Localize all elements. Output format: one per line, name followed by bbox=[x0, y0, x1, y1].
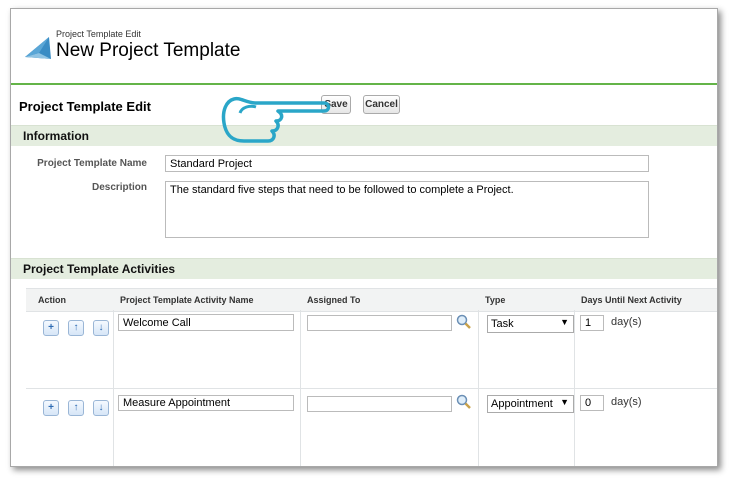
arrow-down-icon: ↓ bbox=[98, 322, 104, 333]
activity-name-input[interactable] bbox=[118, 395, 294, 411]
move-down-button[interactable]: ↓ bbox=[93, 320, 109, 336]
days-unit-label: day(s) bbox=[611, 316, 642, 328]
move-up-button[interactable]: ↑ bbox=[68, 320, 84, 336]
type-select[interactable]: Appointment ▼ bbox=[487, 395, 574, 413]
breadcrumb: Project Template Edit bbox=[56, 29, 141, 39]
column-header-type: Type bbox=[485, 295, 506, 305]
activity-name-input[interactable] bbox=[118, 314, 294, 331]
information-section-header: Information bbox=[11, 125, 717, 146]
days-input[interactable] bbox=[580, 395, 604, 411]
days-unit-label: day(s) bbox=[611, 396, 642, 408]
days-input[interactable] bbox=[580, 315, 604, 331]
column-header-action: Action bbox=[38, 295, 66, 305]
lookup-magnifier-icon[interactable] bbox=[456, 394, 472, 410]
project-template-name-input[interactable] bbox=[165, 155, 649, 172]
activities-table-header: Action Project Template Activity Name As… bbox=[26, 288, 717, 312]
information-section-title: Information bbox=[23, 129, 89, 143]
activities-section-header: Project Template Activities bbox=[11, 258, 717, 279]
chevron-down-icon: ▼ bbox=[560, 397, 569, 407]
description-textarea[interactable]: The standard five steps that need to be … bbox=[165, 181, 649, 238]
page-title: New Project Template bbox=[56, 40, 241, 61]
activities-section-title: Project Template Activities bbox=[23, 262, 176, 276]
pointing-hand-icon bbox=[221, 96, 331, 143]
row-divider bbox=[26, 388, 717, 389]
plus-icon: + bbox=[48, 322, 54, 333]
assigned-to-input[interactable] bbox=[307, 315, 452, 331]
add-row-button[interactable]: + bbox=[43, 400, 59, 416]
column-header-activity-name: Project Template Activity Name bbox=[120, 295, 254, 305]
type-select-value: Appointment bbox=[491, 398, 553, 410]
add-row-button[interactable]: + bbox=[43, 320, 59, 336]
column-header-assigned-to: Assigned To bbox=[307, 295, 361, 305]
cancel-button[interactable]: Cancel bbox=[363, 95, 400, 114]
project-template-name-label: Project Template Name bbox=[37, 158, 147, 169]
chevron-down-icon: ▼ bbox=[560, 317, 569, 327]
column-header-days-until-next: Days Until Next Activity bbox=[581, 295, 682, 305]
block-title: Project Template Edit bbox=[19, 99, 151, 114]
move-down-button[interactable]: ↓ bbox=[93, 400, 109, 416]
type-select[interactable]: Task ▼ bbox=[487, 315, 574, 333]
assigned-to-input[interactable] bbox=[307, 396, 452, 412]
page-header: Project Template Edit New Project Templa… bbox=[11, 9, 717, 83]
lookup-magnifier-icon[interactable] bbox=[456, 314, 472, 330]
plus-icon: + bbox=[48, 402, 54, 413]
project-template-icon bbox=[25, 37, 51, 59]
arrow-down-icon: ↓ bbox=[98, 402, 104, 413]
arrow-up-icon: ↑ bbox=[73, 402, 79, 413]
type-select-value: Task bbox=[491, 318, 514, 330]
page-frame: Project Template Edit New Project Templa… bbox=[10, 8, 718, 467]
arrow-up-icon: ↑ bbox=[73, 322, 79, 333]
description-label: Description bbox=[91, 182, 147, 193]
header-divider bbox=[11, 83, 717, 85]
move-up-button[interactable]: ↑ bbox=[68, 400, 84, 416]
